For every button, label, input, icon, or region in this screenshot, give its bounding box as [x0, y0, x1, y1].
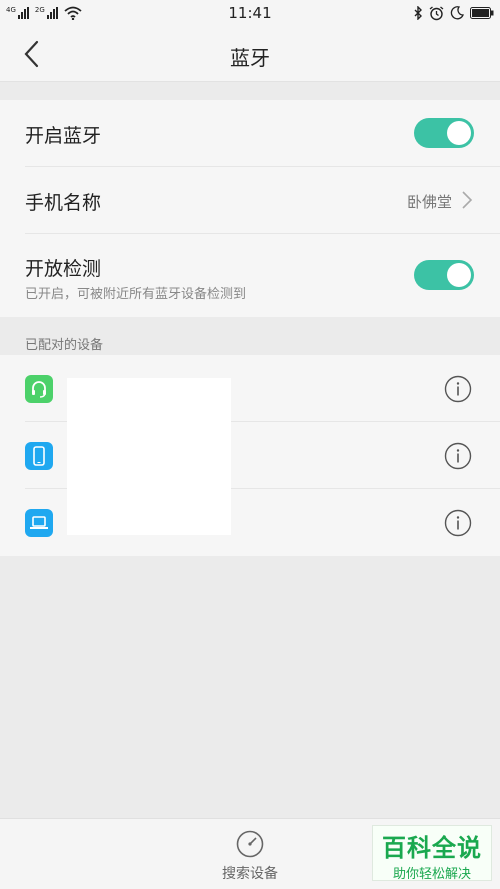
- phone-name-row[interactable]: 手机名称 卧佛堂: [25, 167, 500, 234]
- bluetooth-settings-section: 开启蓝牙 手机名称 卧佛堂 开放检测 已开启，可被附近所有蓝牙设备检测到: [0, 100, 500, 317]
- signal-group: 4G 2G: [6, 6, 82, 20]
- info-icon[interactable]: [444, 442, 472, 470]
- network-type-1: 4G: [6, 6, 16, 14]
- discoverable-row[interactable]: 开放检测 已开启，可被附近所有蓝牙设备检测到: [25, 234, 500, 317]
- bluetooth-label: 开启蓝牙: [25, 125, 102, 147]
- chevron-right-icon: [462, 191, 473, 209]
- discoverable-description: 已开启，可被附近所有蓝牙设备检测到: [25, 287, 247, 302]
- bluetooth-toggle[interactable]: [414, 118, 474, 148]
- laptop-icon: [25, 509, 53, 537]
- network-type-2: 2G: [34, 6, 45, 14]
- battery-icon: [470, 7, 494, 19]
- status-bar: 4G 2G 11:41: [0, 0, 500, 26]
- watermark-logo: 百科全说 助你轻松解决: [372, 825, 492, 882]
- redacted-device-names: [67, 378, 231, 535]
- phone-name-value: 卧佛堂: [406, 193, 452, 211]
- watermark-title: 百科全说: [382, 834, 482, 862]
- phone-icon: [25, 442, 53, 470]
- bluetooth-icon: [414, 6, 422, 20]
- info-icon[interactable]: [444, 375, 472, 403]
- alarm-icon: [429, 5, 444, 20]
- toggle-knob: [447, 263, 471, 287]
- phone-name-label: 手机名称: [25, 192, 102, 214]
- info-icon[interactable]: [444, 509, 472, 537]
- bluetooth-toggle-row[interactable]: 开启蓝牙: [25, 100, 500, 167]
- moon-icon: [450, 6, 464, 20]
- watermark-subtitle: 助你轻松解决: [392, 867, 471, 882]
- clock: 11:41: [228, 4, 272, 22]
- status-icons: [413, 5, 494, 21]
- signal-4g-icon: 4G: [6, 7, 29, 19]
- search-radar-icon: [236, 830, 264, 858]
- signal-2g-icon: 2G: [35, 7, 58, 19]
- toggle-knob: [447, 121, 471, 145]
- search-devices-button[interactable]: 搜索设备: [212, 829, 288, 885]
- headset-icon: [25, 375, 53, 403]
- paired-devices-header: 已配对的设备: [25, 338, 104, 353]
- discoverable-label: 开放检测: [25, 258, 102, 280]
- nav-header: 蓝牙: [0, 26, 500, 82]
- search-devices-label: 搜索设备: [222, 866, 278, 882]
- page-title: 蓝牙: [230, 46, 270, 70]
- discoverable-toggle[interactable]: [414, 260, 474, 290]
- wifi-icon: [64, 6, 82, 20]
